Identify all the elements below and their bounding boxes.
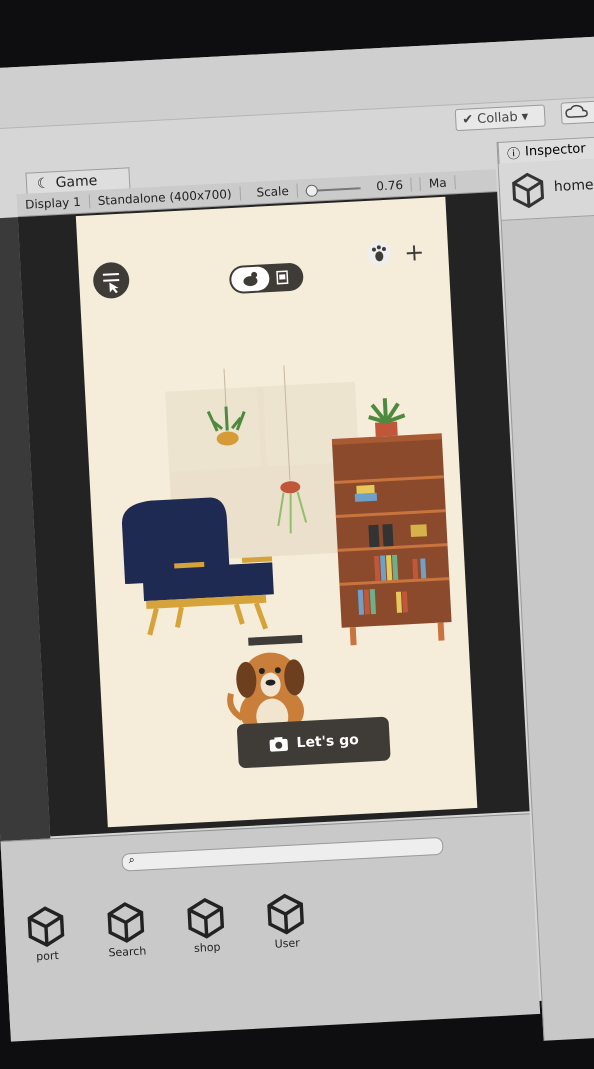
asset-label: port: [35, 949, 60, 964]
scale-value: 0.76: [367, 177, 413, 194]
inspector-object-name: homepa: [553, 176, 594, 196]
menu-icon[interactable]: [92, 261, 131, 300]
cloud-button[interactable]: [560, 99, 594, 125]
asset-label: User: [274, 936, 301, 951]
game-icon: ☾: [36, 174, 51, 192]
scale-slider[interactable]: [305, 186, 361, 192]
game-canvas: + Let's go: [75, 196, 478, 828]
asset-label: shop: [193, 940, 221, 955]
resolution-select[interactable]: Standalone (400x700): [89, 186, 241, 209]
collab-label: Collab ▾: [476, 108, 529, 127]
camera-icon: [269, 737, 288, 752]
lets-go-label: Let's go: [296, 732, 360, 752]
asset-item[interactable]: shop: [170, 894, 243, 957]
info-icon: ⓘ: [506, 146, 521, 163]
collab-button[interactable]: ✔ Collab ▾: [454, 104, 546, 132]
asset-item[interactable]: port: [10, 902, 83, 965]
maximize-toggle[interactable]: Ma: [420, 175, 457, 192]
game-view: + Let's go: [17, 192, 530, 837]
tab-inspector-label: Inspector: [524, 141, 587, 160]
lets-go-button[interactable]: Let's go: [236, 716, 391, 769]
tab-game-label: Game: [55, 172, 98, 191]
display-select[interactable]: Display 1: [16, 194, 91, 213]
add-icon[interactable]: +: [403, 238, 425, 267]
view-toggle[interactable]: [228, 262, 305, 295]
project-search-input[interactable]: ⌕: [121, 836, 444, 872]
unity-cube-icon: [107, 902, 145, 943]
unity-cube-icon: [27, 906, 65, 948]
photo-icon: [276, 270, 289, 285]
paw-icon[interactable]: [366, 240, 394, 271]
dog-icon: [243, 271, 258, 287]
cloud-icon: [565, 104, 588, 118]
project-panel: ⌕ port Search shop User: [0, 813, 541, 1042]
unity-cube-icon: [187, 897, 225, 939]
asset-item[interactable]: User: [249, 889, 322, 952]
search-icon: ⌕: [128, 852, 136, 867]
unity-cube-icon: [267, 893, 304, 935]
check-icon: ✔: [461, 111, 474, 128]
asset-label: Search: [108, 944, 147, 960]
unity-cube-icon: [512, 172, 545, 209]
scale-label: Scale: [248, 183, 299, 201]
inspector-header: homepa: [498, 156, 594, 221]
unity-editor-window: ✔ Collab ▾ ☾ Game Display 1 Standalone (…: [0, 34, 594, 1042]
asset-item[interactable]: Search: [90, 898, 163, 961]
